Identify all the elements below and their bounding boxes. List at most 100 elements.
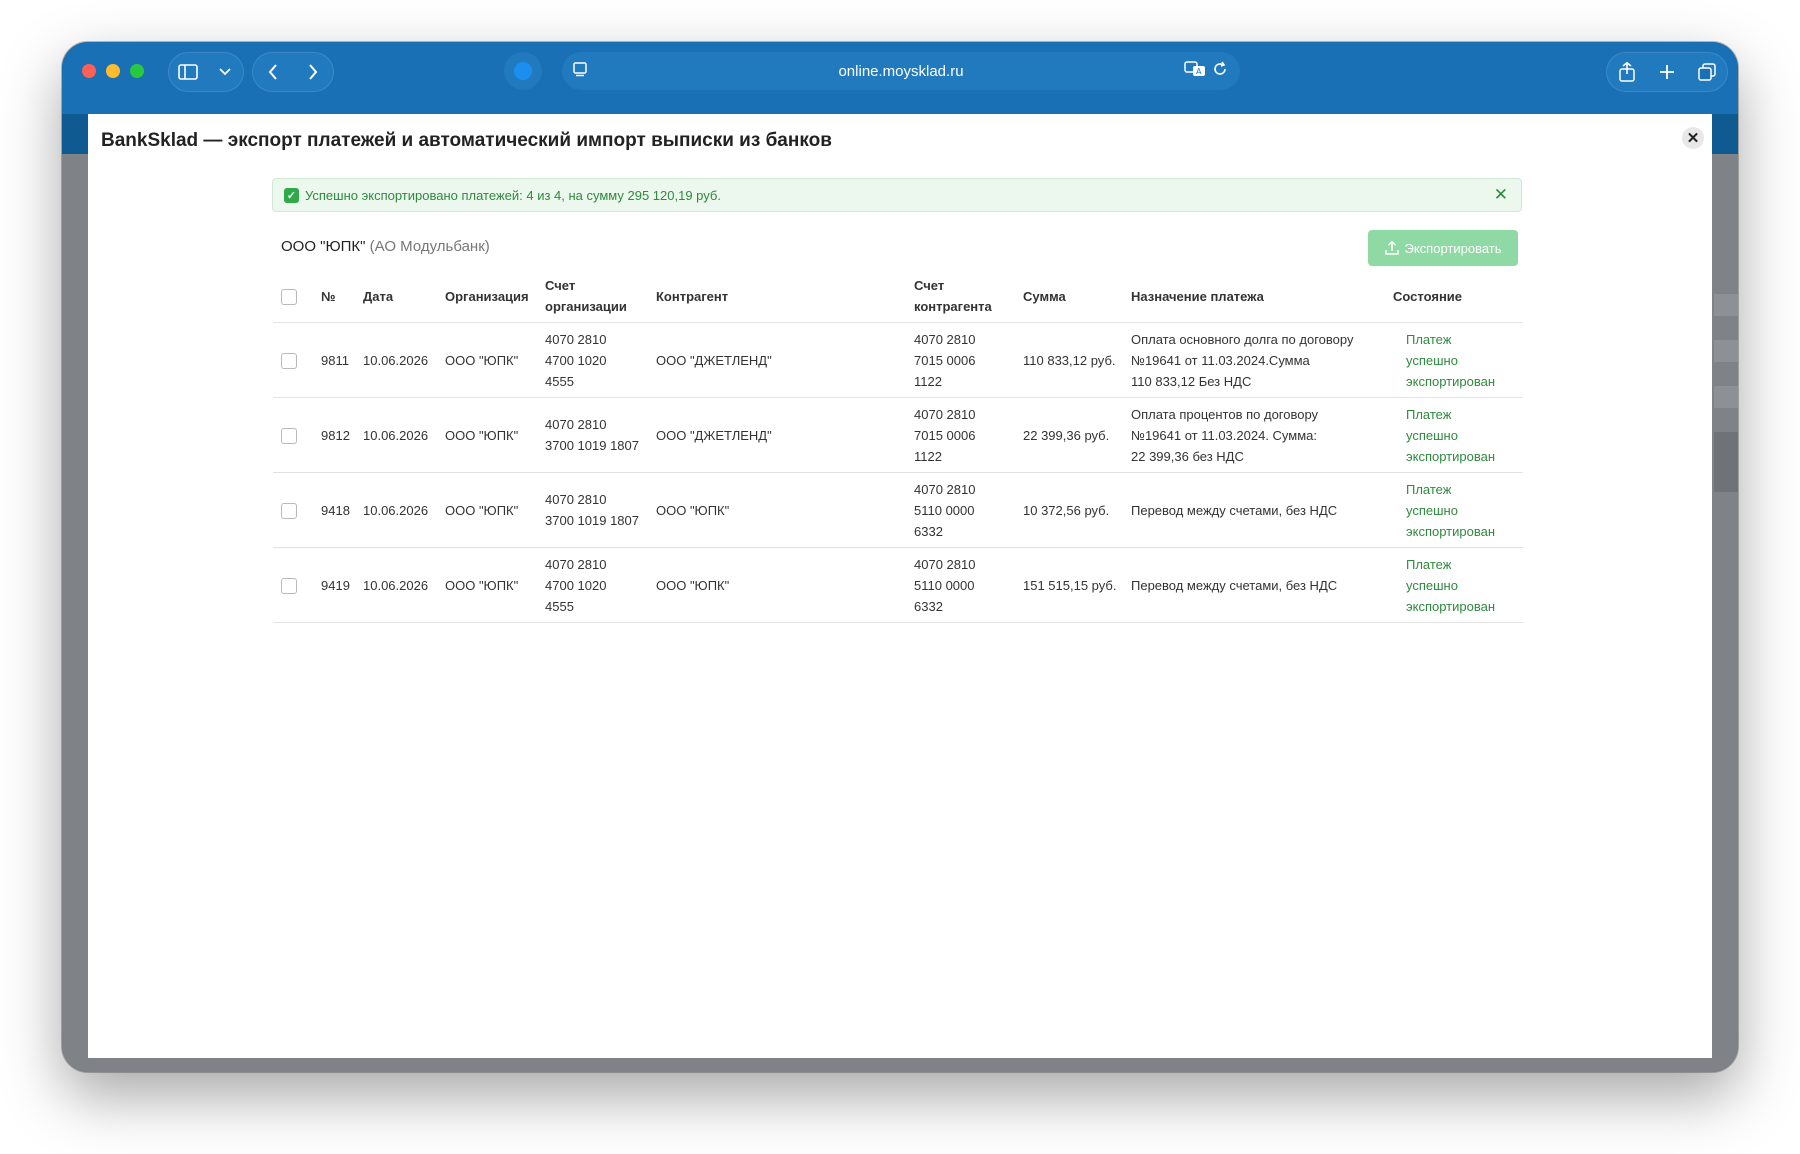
page-settings-icon[interactable]: [572, 60, 590, 82]
payments-table: № Дата Организация Счет организации Контр…: [273, 270, 1523, 623]
chevron-down-icon[interactable]: [210, 57, 240, 87]
profile-button[interactable]: [504, 52, 542, 90]
cell-sum: 10 372,56 руб.: [1017, 472, 1125, 548]
row-checkbox-cell: [273, 322, 315, 398]
cell-counterparty: ООО "ДЖЕТЛЕНД": [650, 397, 908, 473]
select-all-checkbox[interactable]: [281, 289, 297, 306]
table-row[interactable]: 9811 10.06.2026 ООО "ЮПК" 4070 2810 4700 102…: [273, 322, 1523, 398]
background-strip: [1714, 294, 1738, 316]
cp-account-line: 4070 2810: [914, 556, 976, 572]
cell-counterparty: ООО "ЮПК": [650, 472, 908, 548]
header-org-account-line1: Счет: [545, 278, 576, 293]
share-icon[interactable]: [1612, 57, 1642, 87]
export-button[interactable]: Экспортировать: [1368, 230, 1518, 266]
table-row[interactable]: 9418 10.06.2026 ООО "ЮПК" 4070 2810 3700 101…: [273, 472, 1523, 548]
purpose-line: Перевод между счетами, без НДС: [1131, 577, 1338, 593]
purpose-line: №19641 от 11.03.2024.Сумма: [1131, 352, 1310, 368]
cell-num: 9812: [315, 397, 357, 473]
close-window-button[interactable]: [82, 64, 96, 78]
toolbar-actions-group: [1606, 52, 1728, 92]
cell-cp-account: 4070 2810 7015 0006 1122: [908, 397, 1017, 473]
sidebar-icon[interactable]: [173, 57, 203, 87]
status-line: успешно: [1406, 427, 1458, 443]
org-account-line: 4070 2810: [545, 492, 607, 507]
background-strip: [1714, 432, 1738, 492]
reload-icon[interactable]: [1212, 60, 1228, 82]
org-account-line: 3700 1019 1807: [545, 513, 639, 528]
status-line: успешно: [1406, 352, 1458, 368]
close-icon[interactable]: ✕: [1682, 127, 1704, 149]
header-org-account-line2: организации: [545, 299, 627, 314]
header-purpose[interactable]: Назначение платежа: [1125, 270, 1387, 323]
cell-status: Платеж успешно экспортирован: [1387, 397, 1523, 473]
cell-date: 10.06.2026: [357, 472, 439, 548]
purpose-line: №19641 от 11.03.2024. Сумма:: [1131, 427, 1317, 443]
header-counterparty[interactable]: Контрагент: [650, 270, 908, 323]
table-row[interactable]: 9812 10.06.2026 ООО "ЮПК" 4070 2810 3700 101…: [273, 397, 1523, 473]
forward-icon[interactable]: [298, 57, 328, 87]
purpose-line: Оплата процентов по договору: [1131, 406, 1319, 422]
sidebar-toggle-group: [168, 52, 244, 92]
cell-org: ООО "ЮПК": [439, 547, 539, 623]
status-line: экспортирован: [1406, 598, 1496, 614]
cp-account-line: 7015 0006: [914, 427, 976, 443]
back-icon[interactable]: [258, 57, 288, 87]
cell-counterparty: ООО "ЮПК": [650, 547, 908, 623]
cp-account-line: 1122: [914, 448, 942, 464]
status-line: экспортирован: [1406, 448, 1496, 464]
cp-account-line: 4070 2810: [914, 331, 976, 347]
background-strip: [1714, 340, 1738, 362]
alert-text: Успешно экспортировано платежей: 4 из 4,…: [305, 187, 721, 203]
cell-num: 9811: [315, 322, 357, 398]
cell-num: 9418: [315, 472, 357, 548]
row-checkbox[interactable]: [281, 428, 297, 445]
cell-org-account: 4070 2810 4700 1020 4555: [539, 547, 650, 623]
header-status[interactable]: Состояние: [1387, 270, 1523, 323]
status-line: экспортирован: [1406, 523, 1496, 539]
purpose-line: 22 399,36 без НДС: [1131, 448, 1244, 464]
row-checkbox[interactable]: [281, 503, 297, 520]
cell-purpose: Перевод между счетами, без НДС: [1125, 472, 1387, 548]
new-tab-icon[interactable]: [1652, 57, 1682, 87]
org-account-line: 3700 1019 1807: [545, 438, 639, 453]
cell-org-account: 4070 2810 4700 1020 4555: [539, 322, 650, 398]
cell-cp-account: 4070 2810 7015 0006 1122: [908, 322, 1017, 398]
cell-cp-account: 4070 2810 5110 0000 6332: [908, 472, 1017, 548]
bank-name: (АО Модульбанк): [369, 238, 490, 255]
header-date[interactable]: Дата: [357, 270, 439, 323]
org-account-line: 4700 1020: [545, 352, 607, 368]
cell-date: 10.06.2026: [357, 547, 439, 623]
cp-account-line: 6332: [914, 523, 943, 539]
header-checkbox-cell: [273, 270, 315, 323]
translate-icon[interactable]: A: [1184, 60, 1206, 82]
cp-account-line: 4070 2810: [914, 406, 976, 422]
header-num[interactable]: №: [315, 270, 357, 323]
purpose-line: Оплата основного долга по договору: [1131, 331, 1354, 347]
address-bar[interactable]: online.moysklad.ru A: [562, 52, 1240, 90]
row-checkbox[interactable]: [281, 578, 297, 595]
export-modal: BankSklad — экспорт платежей и автоматич…: [88, 114, 1712, 1058]
alert-close-icon[interactable]: ✕: [1494, 185, 1508, 205]
cell-sum: 151 515,15 руб.: [1017, 547, 1125, 623]
cell-org-account: 4070 2810 3700 1019 1807: [539, 472, 650, 548]
header-cp-account[interactable]: Счет контрагента: [908, 270, 1017, 323]
row-checkbox[interactable]: [281, 353, 297, 370]
tab-overview-icon[interactable]: [1692, 57, 1722, 87]
header-sum[interactable]: Сумма: [1017, 270, 1125, 323]
success-alert: ✓ Успешно экспортировано платежей: 4 из …: [272, 178, 1522, 212]
zoom-window-button[interactable]: [130, 64, 144, 78]
status-line: Платеж: [1406, 556, 1452, 572]
cell-status: Платеж успешно экспортирован: [1387, 322, 1523, 398]
cp-account-line: 5110 0000: [914, 502, 975, 518]
purpose-line: 110 833,12 Без НДС: [1131, 373, 1252, 389]
upload-icon: [1384, 241, 1399, 255]
header-org-account[interactable]: Счет организации: [539, 270, 650, 323]
header-org[interactable]: Организация: [439, 270, 539, 323]
minimize-window-button[interactable]: [106, 64, 120, 78]
table-row[interactable]: 9419 10.06.2026 ООО "ЮПК" 4070 2810 4700 102…: [273, 547, 1523, 623]
export-button-label: Экспортировать: [1404, 240, 1502, 256]
cell-cp-account: 4070 2810 5110 0000 6332: [908, 547, 1017, 623]
status-line: успешно: [1406, 577, 1458, 593]
cell-org: ООО "ЮПК": [439, 322, 539, 398]
cp-account-line: 4070 2810: [914, 481, 976, 497]
